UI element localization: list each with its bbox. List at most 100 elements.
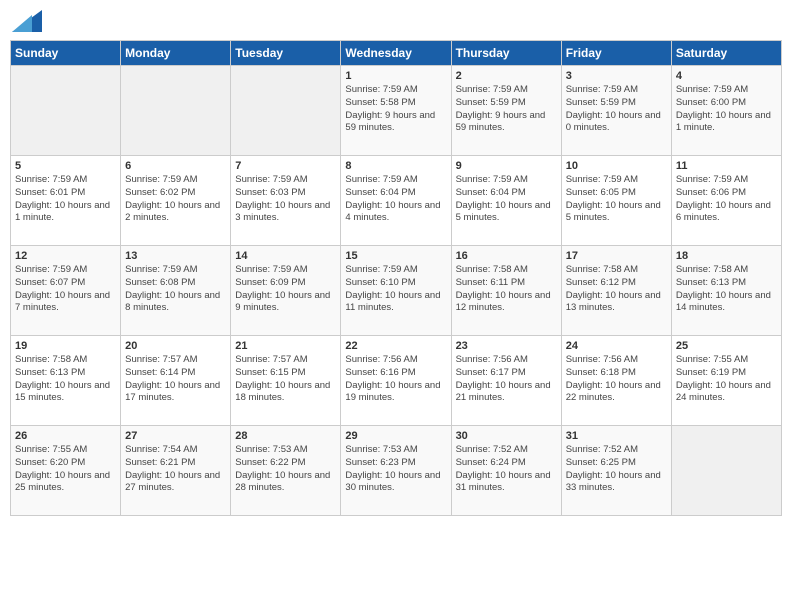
day-cell: 28 Sunrise: 7:53 AM Sunset: 6:22 PM Dayli… (231, 426, 341, 516)
day-number: 26 (15, 430, 116, 442)
day-number: 13 (125, 250, 226, 262)
day-cell (231, 66, 341, 156)
day-info: Sunrise: 7:58 AM Sunset: 6:11 PM Dayligh… (456, 264, 557, 315)
day-number: 23 (456, 340, 557, 352)
day-info: Sunrise: 7:52 AM Sunset: 6:25 PM Dayligh… (566, 444, 667, 495)
day-cell: 19Sunrise: 7:58 AM Sunset: 6:13 PM Dayli… (11, 336, 121, 426)
day-number: 11 (676, 160, 777, 172)
day-cell: 10Sunrise: 7:59 AM Sunset: 6:05 PM Dayli… (561, 156, 671, 246)
day-info: Sunrise: 7:57 AM Sunset: 6:15 PM Dayligh… (235, 354, 336, 405)
day-info: Sunrise: 7:58 AM Sunset: 6:12 PM Dayligh… (566, 264, 667, 315)
day-cell: 24Sunrise: 7:56 AM Sunset: 6:18 PM Dayli… (561, 336, 671, 426)
day-info: Sunrise: 7:55 AM Sunset: 6:20 PM Dayligh… (15, 444, 116, 495)
day-info: Sunrise: 7:54 AM Sunset: 6:21 PM Dayligh… (125, 444, 226, 495)
day-info: Sunrise: 7:59 AM Sunset: 5:59 PM Dayligh… (456, 84, 557, 135)
day-info: Sunrise: 7:59 AM Sunset: 6:10 PM Dayligh… (345, 264, 446, 315)
day-cell (11, 66, 121, 156)
day-number: 17 (566, 250, 667, 262)
day-info: Sunrise: 7:57 AM Sunset: 6:14 PM Dayligh… (125, 354, 226, 405)
day-info: Sunrise: 7:52 AM Sunset: 6:24 PM Dayligh… (456, 444, 557, 495)
week-row-2: 5 Sunrise: 7:59 AM Sunset: 6:01 PM Daylig… (11, 156, 782, 246)
day-cell: 5 Sunrise: 7:59 AM Sunset: 6:01 PM Daylig… (11, 156, 121, 246)
day-info: Sunrise: 7:59 AM Sunset: 6:04 PM Dayligh… (456, 174, 557, 225)
day-info: Sunrise: 7:59 AM Sunset: 6:00 PM Dayligh… (676, 84, 777, 135)
day-info: Sunrise: 7:59 AM Sunset: 6:09 PM Dayligh… (235, 264, 336, 315)
day-number: 22 (345, 340, 446, 352)
day-cell: 11 Sunrise: 7:59 AM Sunset: 6:06 PM Dayli… (671, 156, 781, 246)
day-number: 8 (345, 160, 446, 172)
day-info: Sunrise: 7:59 AM Sunset: 5:59 PM Dayligh… (566, 84, 667, 135)
day-cell: 26 Sunrise: 7:55 AM Sunset: 6:20 PM Dayli… (11, 426, 121, 516)
day-cell: 6 Sunrise: 7:59 AM Sunset: 6:02 PM Daylig… (121, 156, 231, 246)
day-cell: 18 Sunrise: 7:58 AM Sunset: 6:13 PM Dayli… (671, 246, 781, 336)
day-number: 28 (235, 430, 336, 442)
day-cell: 27 Sunrise: 7:54 AM Sunset: 6:21 PM Dayli… (121, 426, 231, 516)
day-cell: 8 Sunrise: 7:59 AM Sunset: 6:04 PM Daylig… (341, 156, 451, 246)
day-number: 29 (345, 430, 446, 442)
day-cell: 2Sunrise: 7:59 AM Sunset: 5:59 PM Daylig… (451, 66, 561, 156)
logo-icon (12, 10, 42, 32)
weekday-header-thursday: Thursday (451, 41, 561, 66)
weekday-header-friday: Friday (561, 41, 671, 66)
day-number: 1 (345, 70, 446, 82)
day-info: Sunrise: 7:59 AM Sunset: 6:03 PM Dayligh… (235, 174, 336, 225)
day-info: Sunrise: 7:56 AM Sunset: 6:17 PM Dayligh… (456, 354, 557, 405)
day-number: 9 (456, 160, 557, 172)
weekday-header-monday: Monday (121, 41, 231, 66)
day-cell: 16Sunrise: 7:58 AM Sunset: 6:11 PM Dayli… (451, 246, 561, 336)
day-cell: 3 Sunrise: 7:59 AM Sunset: 5:59 PM Daylig… (561, 66, 671, 156)
day-number: 15 (345, 250, 446, 262)
day-info: Sunrise: 7:59 AM Sunset: 6:02 PM Dayligh… (125, 174, 226, 225)
weekday-header-saturday: Saturday (671, 41, 781, 66)
day-info: Sunrise: 7:59 AM Sunset: 6:04 PM Dayligh… (345, 174, 446, 225)
day-info: Sunrise: 7:59 AM Sunset: 6:06 PM Dayligh… (676, 174, 777, 225)
day-cell: 30Sunrise: 7:52 AM Sunset: 6:24 PM Dayli… (451, 426, 561, 516)
week-row-4: 19Sunrise: 7:58 AM Sunset: 6:13 PM Dayli… (11, 336, 782, 426)
day-cell: 20 Sunrise: 7:57 AM Sunset: 6:14 PM Dayli… (121, 336, 231, 426)
day-info: Sunrise: 7:53 AM Sunset: 6:22 PM Dayligh… (235, 444, 336, 495)
day-number: 21 (235, 340, 336, 352)
day-cell: 25Sunrise: 7:55 AM Sunset: 6:19 PM Dayli… (671, 336, 781, 426)
day-info: Sunrise: 7:56 AM Sunset: 6:18 PM Dayligh… (566, 354, 667, 405)
day-info: Sunrise: 7:58 AM Sunset: 6:13 PM Dayligh… (676, 264, 777, 315)
day-number: 31 (566, 430, 667, 442)
day-number: 18 (676, 250, 777, 262)
day-cell (121, 66, 231, 156)
day-cell: 23 Sunrise: 7:56 AM Sunset: 6:17 PM Dayli… (451, 336, 561, 426)
day-info: Sunrise: 7:58 AM Sunset: 6:13 PM Dayligh… (15, 354, 116, 405)
day-info: Sunrise: 7:53 AM Sunset: 6:23 PM Dayligh… (345, 444, 446, 495)
week-row-5: 26 Sunrise: 7:55 AM Sunset: 6:20 PM Dayli… (11, 426, 782, 516)
day-cell: 9 Sunrise: 7:59 AM Sunset: 6:04 PM Daylig… (451, 156, 561, 246)
day-info: Sunrise: 7:59 AM Sunset: 6:07 PM Dayligh… (15, 264, 116, 315)
day-number: 20 (125, 340, 226, 352)
day-cell: 29 Sunrise: 7:53 AM Sunset: 6:23 PM Dayli… (341, 426, 451, 516)
day-info: Sunrise: 7:59 AM Sunset: 6:01 PM Dayligh… (15, 174, 116, 225)
day-number: 27 (125, 430, 226, 442)
day-cell: 21 Sunrise: 7:57 AM Sunset: 6:15 PM Dayli… (231, 336, 341, 426)
day-cell: 1 Sunrise: 7:59 AM Sunset: 5:58 PM Daylig… (341, 66, 451, 156)
calendar-table: SundayMondayTuesdayWednesdayThursdayFrid… (10, 40, 782, 516)
day-info: Sunrise: 7:59 AM Sunset: 6:08 PM Dayligh… (125, 264, 226, 315)
day-cell: 7 Sunrise: 7:59 AM Sunset: 6:03 PM Daylig… (231, 156, 341, 246)
weekday-header-row: SundayMondayTuesdayWednesdayThursdayFrid… (11, 41, 782, 66)
day-cell: 17 Sunrise: 7:58 AM Sunset: 6:12 PM Dayli… (561, 246, 671, 336)
day-number: 14 (235, 250, 336, 262)
day-info: Sunrise: 7:59 AM Sunset: 5:58 PM Dayligh… (345, 84, 446, 135)
day-cell: 4 Sunrise: 7:59 AM Sunset: 6:00 PM Daylig… (671, 66, 781, 156)
day-cell: 15 Sunrise: 7:59 AM Sunset: 6:10 PM Dayli… (341, 246, 451, 336)
day-cell: 12Sunrise: 7:59 AM Sunset: 6:07 PM Dayli… (11, 246, 121, 336)
day-cell: 13 Sunrise: 7:59 AM Sunset: 6:08 PM Dayli… (121, 246, 231, 336)
day-cell: 14 Sunrise: 7:59 AM Sunset: 6:09 PM Dayli… (231, 246, 341, 336)
day-info: Sunrise: 7:55 AM Sunset: 6:19 PM Dayligh… (676, 354, 777, 405)
week-row-3: 12Sunrise: 7:59 AM Sunset: 6:07 PM Dayli… (11, 246, 782, 336)
day-info: Sunrise: 7:56 AM Sunset: 6:16 PM Dayligh… (345, 354, 446, 405)
day-number: 3 (566, 70, 667, 82)
weekday-header-wednesday: Wednesday (341, 41, 451, 66)
day-number: 6 (125, 160, 226, 172)
weekday-header-tuesday: Tuesday (231, 41, 341, 66)
day-number: 4 (676, 70, 777, 82)
day-number: 5 (15, 160, 116, 172)
day-cell: 31 Sunrise: 7:52 AM Sunset: 6:25 PM Dayli… (561, 426, 671, 516)
page-header (10, 10, 782, 32)
day-number: 7 (235, 160, 336, 172)
